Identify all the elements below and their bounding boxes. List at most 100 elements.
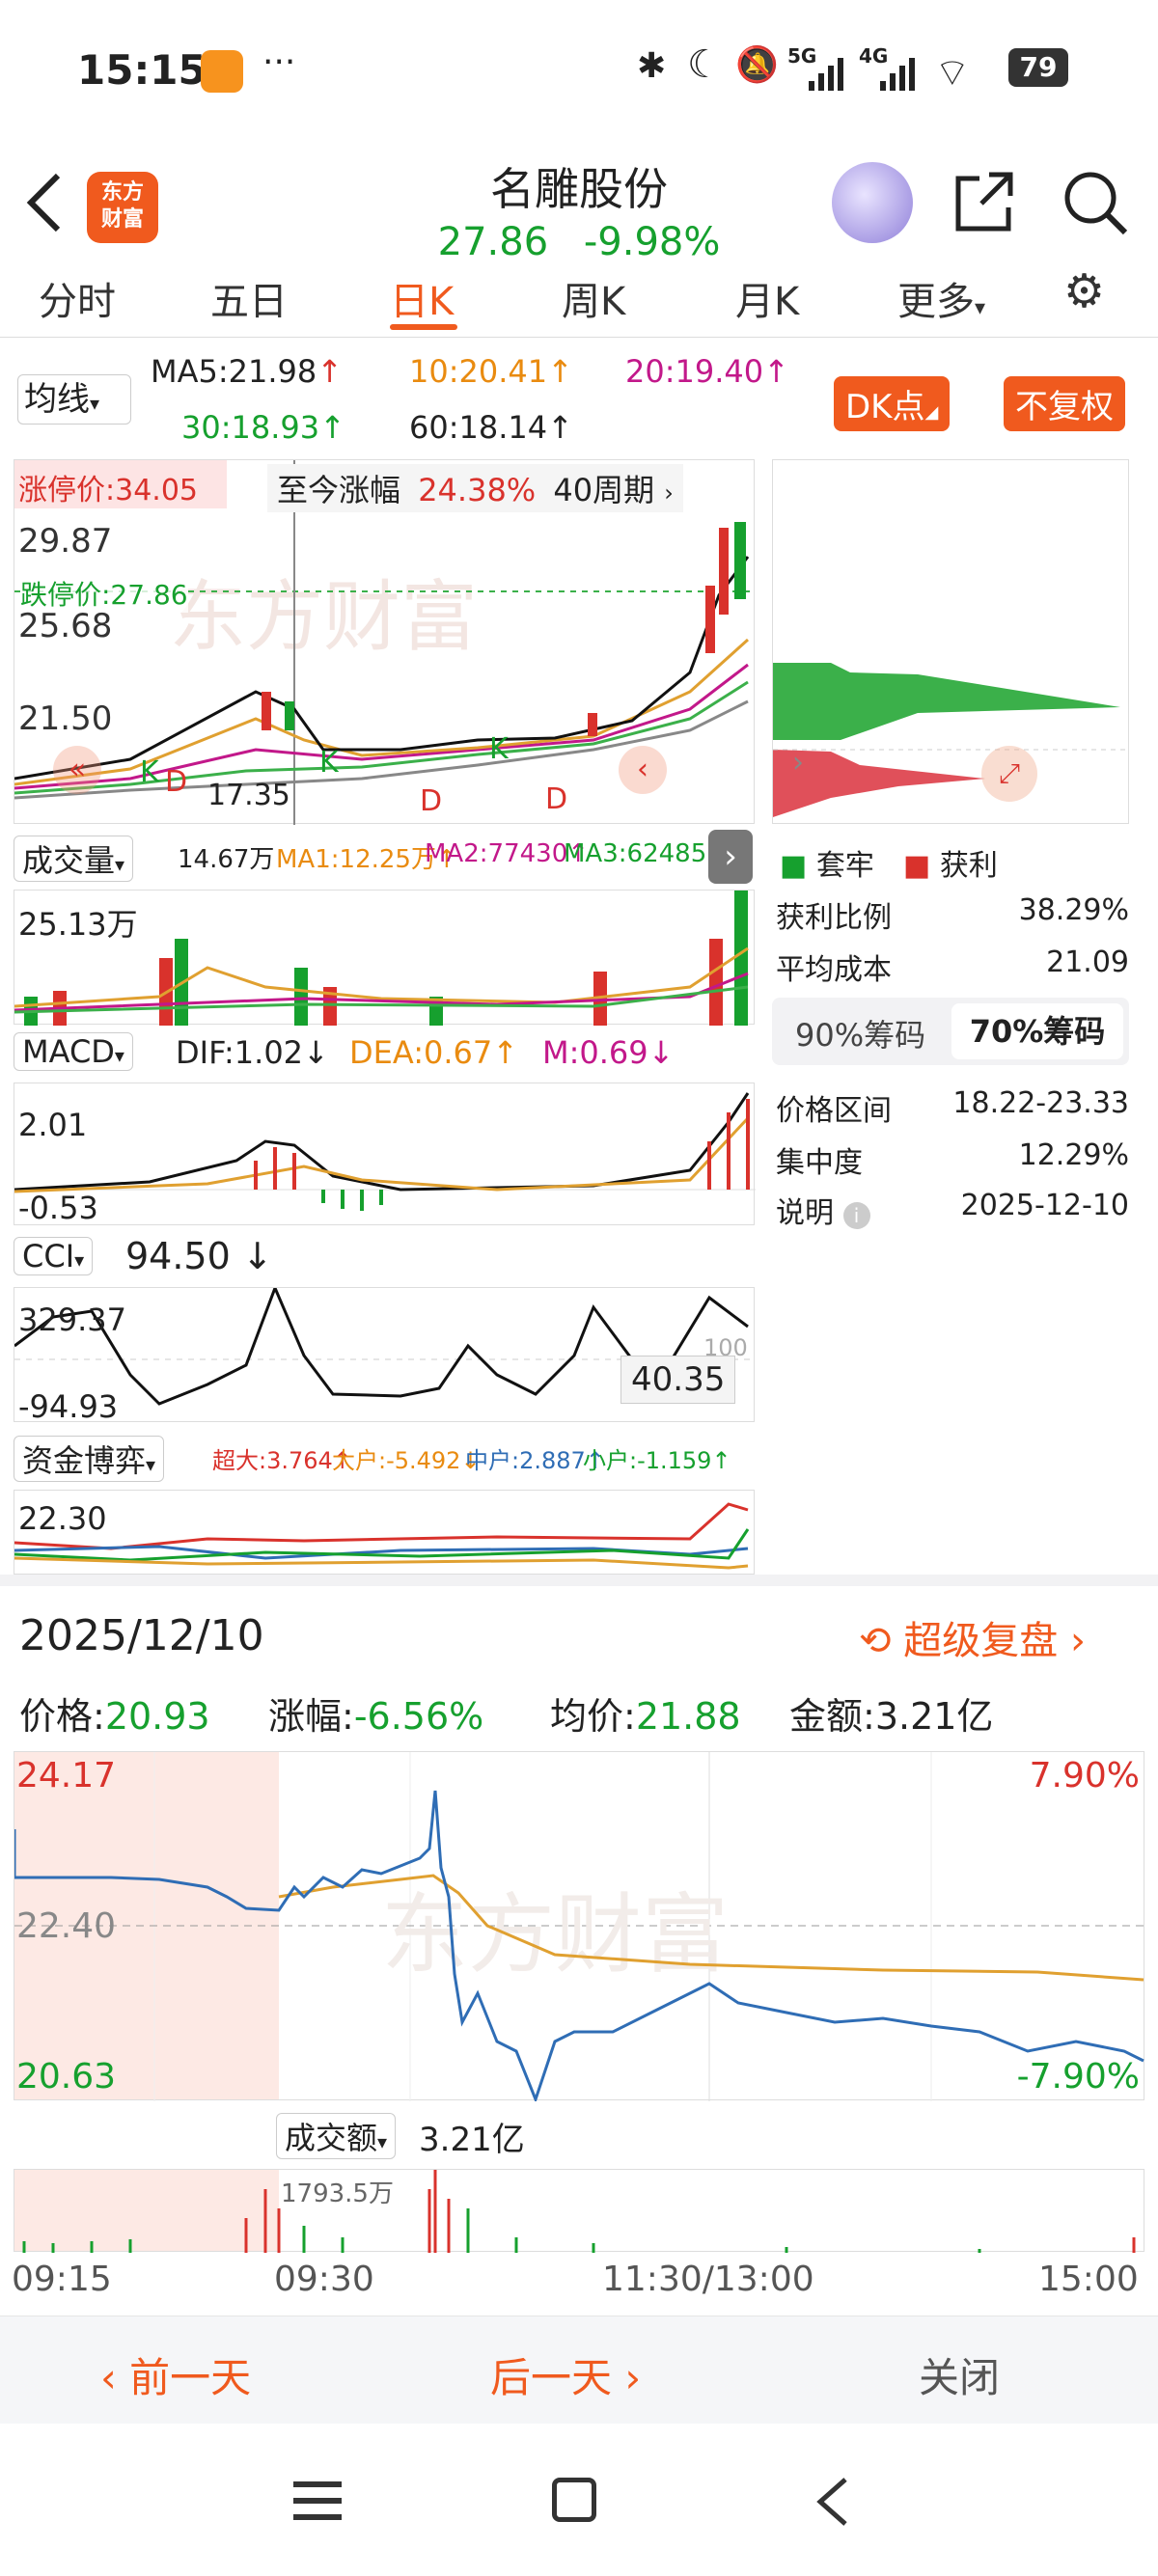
tab-chip-70[interactable]: 70%筹码 bbox=[951, 1003, 1123, 1059]
tab-wuri[interactable]: 五日 bbox=[210, 270, 288, 326]
amount-select[interactable]: 成交额▾ bbox=[276, 2113, 397, 2159]
chevron-left-icon: ‹ bbox=[100, 2354, 117, 2401]
arrow-up-icon: ↑ bbox=[547, 353, 573, 390]
macd-select[interactable]: MACD▾ bbox=[14, 1032, 133, 1071]
fund-small: 小户:-1.159↑ bbox=[583, 1447, 731, 1474]
chip-svg bbox=[773, 663, 1130, 817]
note-date: 2025-12-10 bbox=[960, 1189, 1129, 1222]
search-button[interactable] bbox=[1062, 169, 1129, 236]
expand-right-icon[interactable]: › bbox=[708, 830, 753, 884]
tab-zhouk[interactable]: 周K bbox=[562, 270, 625, 326]
chip-legend-hold: ■ 套牢 bbox=[780, 841, 874, 884]
close-button[interactable]: 关闭 bbox=[919, 2345, 1000, 2404]
legend-square-icon: ■ bbox=[780, 849, 808, 883]
macd-dea: DEA:0.67↑ bbox=[349, 1034, 519, 1071]
macd-dea-text: DEA:0.67 bbox=[349, 1034, 493, 1071]
fund-select-label: 资金博弈 bbox=[22, 1442, 147, 1479]
k-mark: K bbox=[489, 732, 509, 766]
fund-large-text: 大户:-5.492 bbox=[332, 1447, 461, 1474]
home-icon[interactable] bbox=[552, 2478, 596, 2522]
volume-ma2-text: MA2:77430 bbox=[425, 839, 568, 868]
bottom-action-bar: ‹ 前一天 后一天 › 关闭 bbox=[0, 2316, 1158, 2424]
super-replay-button[interactable]: ⟲ 超级复盘 › bbox=[859, 1609, 1086, 1665]
chevron-left-icon[interactable]: ‹ bbox=[619, 746, 667, 794]
volume-select[interactable]: 成交量▾ bbox=[14, 836, 134, 882]
expand-icon[interactable]: ⤢ bbox=[981, 746, 1037, 802]
ma10-value: 10:20.41↑ bbox=[409, 353, 573, 390]
volume-select-label: 成交量 bbox=[22, 842, 116, 879]
cci-value-text: 94.50 bbox=[125, 1235, 231, 1277]
range-gain[interactable]: 至今涨幅 24.38% 40周期 › bbox=[267, 464, 683, 512]
assistant-avatar[interactable] bbox=[832, 162, 913, 243]
dk-button[interactable]: DK点◢ bbox=[834, 376, 951, 431]
cci-y-bottom: -94.93 bbox=[18, 1388, 119, 1425]
nav-back-icon bbox=[816, 2478, 847, 2526]
volume-ma1-text: MA1:12.25万 bbox=[276, 845, 436, 874]
volume-chart[interactable]: 25.13万 bbox=[14, 890, 755, 1026]
avg-cost-value: 21.09 bbox=[1046, 945, 1129, 979]
arrow-up-icon: ↑ bbox=[763, 353, 789, 390]
chip-distribution-panel[interactable]: › ⤢ bbox=[772, 459, 1130, 824]
section-divider bbox=[0, 1575, 1158, 1586]
intraday-y-low: 20.63 bbox=[16, 2057, 117, 2096]
macd-dif: DIF:1.02↓ bbox=[176, 1034, 329, 1071]
next-day-button[interactable]: 后一天 › bbox=[490, 2345, 641, 2404]
tab-yuek[interactable]: 月K bbox=[735, 270, 799, 326]
arrow-up-icon: ↑ bbox=[319, 409, 345, 446]
legend-profit-text: 获利 bbox=[939, 849, 998, 883]
ma5-value: MA5:21.98↑ bbox=[151, 353, 343, 390]
concentration-row: 集中度 12.29% bbox=[776, 1138, 1129, 1181]
fund-super-text: 超大:3.764 bbox=[212, 1447, 333, 1474]
range-label: 至今涨幅 bbox=[277, 472, 401, 508]
fund-svg bbox=[14, 1502, 750, 1570]
ma30-value: 30:18.93↑ bbox=[181, 409, 345, 446]
caret-down-icon: ▾ bbox=[114, 1044, 124, 1067]
settings-gear-icon[interactable]: ⚙ bbox=[1063, 264, 1105, 318]
time-label: 09:30 bbox=[274, 2260, 374, 2299]
period-tabs: 分时 五日 日K 周K 月K 更多▾ ⚙ bbox=[0, 264, 1158, 338]
volume-ma3: MA3:62485↑ bbox=[564, 839, 728, 868]
fund-select[interactable]: 资金博弈▾ bbox=[14, 1436, 165, 1482]
prev-day-button[interactable]: ‹ 前一天 bbox=[100, 2345, 251, 2404]
cci-select[interactable]: CCI▾ bbox=[14, 1237, 94, 1275]
tab-rik[interactable]: 日K bbox=[390, 270, 454, 326]
mute-icon: 🔕 bbox=[735, 45, 779, 85]
intraday-chart[interactable]: 东方财富 24.17 22.40 20.63 7.90% -7.90% bbox=[14, 1751, 1145, 2101]
intraday-volume-chart[interactable]: 1793.5万 bbox=[14, 2169, 1144, 2253]
chip-hold-area bbox=[773, 663, 1120, 740]
day-amount: 金额:3.21亿 bbox=[789, 1686, 993, 1740]
macd-chart[interactable]: 2.01 -0.53 bbox=[14, 1082, 756, 1226]
cci-chart[interactable]: 329.37 -94.93 100 40.35 bbox=[14, 1283, 756, 1425]
caret-down-icon: ▾ bbox=[90, 392, 100, 415]
battery-level: 79 bbox=[1008, 48, 1068, 87]
range-value: 24.38% bbox=[418, 472, 537, 508]
adjust-button[interactable]: 不复权 bbox=[1004, 376, 1125, 431]
note-row[interactable]: 说明 i 2025-12-10 bbox=[776, 1189, 1129, 1231]
low-price-label: 17.35 bbox=[207, 779, 290, 812]
macd-dif-text: DIF:1.02 bbox=[176, 1034, 304, 1071]
time-label: 09:15 bbox=[12, 2260, 112, 2299]
arrow-up-icon: ↑ bbox=[547, 409, 573, 446]
ma30-text: 30:18.93 bbox=[181, 409, 320, 446]
tab-more[interactable]: 更多▾ bbox=[897, 270, 985, 326]
chevron-right-icon[interactable]: › bbox=[792, 746, 804, 780]
fund-chart[interactable]: 22.30 bbox=[14, 1490, 755, 1575]
tab-chip-90[interactable]: 90%筹码 bbox=[795, 1011, 925, 1055]
kline-chart[interactable]: 东方财富 涨停价:34.05 至今涨幅 24.38% 40周期 › 29.87 … bbox=[14, 459, 756, 825]
ma-select[interactable]: 均线▾ bbox=[17, 374, 131, 425]
super-replay-label: 超级复盘 bbox=[903, 1619, 1059, 1663]
intraday-y-mid: 22.40 bbox=[16, 1906, 117, 1946]
day-change-value: -6.56% bbox=[353, 1695, 484, 1738]
signal-icon bbox=[809, 58, 847, 91]
watermark-text: 东方财富 bbox=[169, 574, 478, 660]
ma10-text: 10:20.41 bbox=[409, 353, 548, 390]
volume-value: 14.67万 bbox=[178, 845, 275, 874]
ma20-value: 20:19.40↑ bbox=[625, 353, 789, 390]
caret-down-icon: ▾ bbox=[146, 1453, 156, 1476]
share-button[interactable] bbox=[951, 169, 1018, 236]
intraday-y-high: 24.17 bbox=[16, 1756, 117, 1795]
next-day-label: 后一天 bbox=[490, 2354, 613, 2401]
status-time: 15:15 bbox=[77, 46, 207, 94]
scroll-left-icon[interactable]: « bbox=[53, 746, 101, 794]
tab-fenshi[interactable]: 分时 bbox=[39, 270, 116, 326]
